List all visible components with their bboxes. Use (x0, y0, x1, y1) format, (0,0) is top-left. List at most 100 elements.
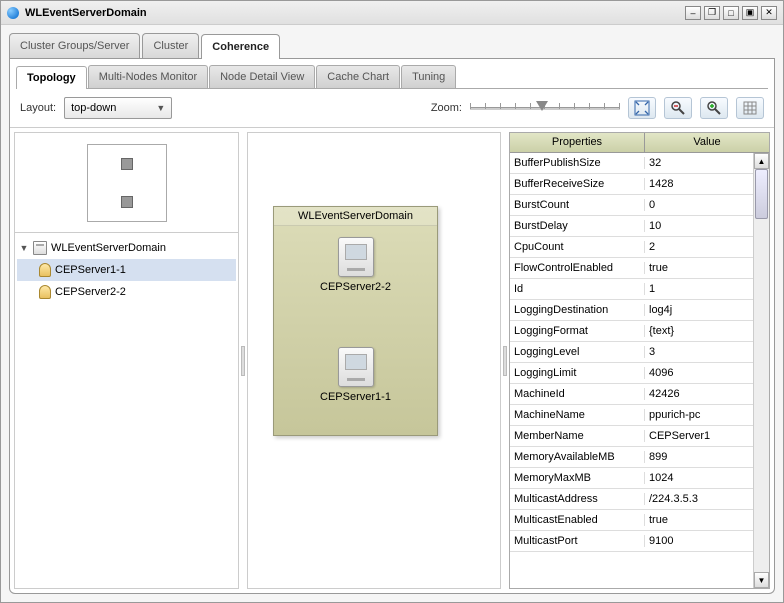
zoom-slider[interactable] (470, 103, 620, 113)
property-row[interactable]: LoggingDestinationlog4j (510, 300, 753, 321)
restore-button[interactable]: ❐ (704, 6, 720, 20)
property-value: CEPServer1 (645, 430, 753, 442)
property-value: 3 (645, 346, 753, 358)
property-value: 42426 (645, 388, 753, 400)
zoom-in-button[interactable] (700, 97, 728, 119)
content-area: Cluster Groups/ServerClusterCoherence To… (1, 25, 783, 602)
property-row[interactable]: BurstCount0 (510, 195, 753, 216)
property-row[interactable]: Id1 (510, 279, 753, 300)
inner-tabs: TopologyMulti-Nodes MonitorNode Detail V… (16, 65, 768, 89)
property-key: MulticastPort (510, 535, 645, 547)
collapse-button[interactable]: ▣ (742, 6, 758, 20)
property-key: MemoryAvailableMB (510, 451, 645, 463)
property-row[interactable]: MemberNameCEPServer1 (510, 426, 753, 447)
property-value: 899 (645, 451, 753, 463)
server-icon (338, 237, 374, 277)
splitter-left[interactable] (239, 132, 247, 589)
inner-tab-multi-nodes-monitor[interactable]: Multi-Nodes Monitor (88, 65, 208, 88)
property-key: CpuCount (510, 241, 645, 253)
minimap-viewport (87, 144, 167, 222)
property-value: 32 (645, 157, 753, 169)
property-key: LoggingFormat (510, 325, 645, 337)
topology-canvas[interactable]: WLEventServerDomain CEPServer2-2 CEPServ… (247, 132, 501, 589)
property-row[interactable]: BufferPublishSize32 (510, 153, 753, 174)
layout-select[interactable]: top-down ▼ (64, 97, 172, 119)
scroll-up-button[interactable]: ▲ (754, 153, 769, 169)
minimap-node (121, 158, 133, 170)
property-row[interactable]: BurstDelay10 (510, 216, 753, 237)
property-key: FlowControlEnabled (510, 262, 645, 274)
inner-tab-tuning[interactable]: Tuning (401, 65, 456, 88)
minimap-node (121, 196, 133, 208)
app-icon (7, 7, 19, 19)
property-row[interactable]: LoggingLevel3 (510, 342, 753, 363)
property-key: MemberName (510, 430, 645, 442)
tree-collapse-icon[interactable]: ▼ (19, 243, 29, 253)
property-row[interactable]: BufferReceiveSize1428 (510, 174, 753, 195)
topology-node[interactable]: CEPServer1-1 (311, 347, 401, 403)
splitter-right[interactable] (501, 132, 509, 589)
property-row[interactable]: MulticastEnabledtrue (510, 510, 753, 531)
domain-box[interactable]: WLEventServerDomain CEPServer2-2 CEPServ… (273, 206, 438, 436)
topology-node[interactable]: CEPServer2-2 (311, 237, 401, 293)
property-key: LoggingLimit (510, 367, 645, 379)
property-key: BufferReceiveSize (510, 178, 645, 190)
property-row[interactable]: MemoryAvailableMB899 (510, 447, 753, 468)
property-key: BufferPublishSize (510, 157, 645, 169)
property-row[interactable]: MachineId42426 (510, 384, 753, 405)
tree-item-label: CEPServer1-1 (55, 264, 126, 276)
property-row[interactable]: MulticastPort9100 (510, 531, 753, 552)
toolbar: Layout: top-down ▼ Zoom: (10, 89, 774, 128)
inner-tab-topology[interactable]: Topology (16, 66, 87, 89)
inner-tab-cache-chart[interactable]: Cache Chart (316, 65, 400, 88)
outer-tab-cluster[interactable]: Cluster (142, 33, 199, 58)
node-label: CEPServer1-1 (311, 391, 401, 403)
outer-tab-coherence[interactable]: Coherence (201, 34, 280, 59)
property-value: 10 (645, 220, 753, 232)
property-row[interactable]: CpuCount2 (510, 237, 753, 258)
property-row[interactable]: MulticastAddress/224.3.5.3 (510, 489, 753, 510)
tree-item[interactable]: CEPServer1-1 (17, 259, 236, 281)
property-key: BurstCount (510, 199, 645, 211)
maximize-button[interactable]: □ (723, 6, 739, 20)
inner-tab-node-detail-view[interactable]: Node Detail View (209, 65, 315, 88)
tree-item[interactable]: CEPServer2-2 (17, 281, 236, 303)
tree-root[interactable]: ▼ WLEventServerDomain (17, 237, 236, 259)
fit-button[interactable] (628, 97, 656, 119)
window-controls: – ❐ □ ▣ ✕ (685, 6, 777, 20)
properties-header: Properties Value (510, 133, 769, 153)
property-row[interactable]: MachineNameppurich-pc (510, 405, 753, 426)
scroll-thumb[interactable] (755, 169, 768, 219)
minimize-button[interactable]: – (685, 6, 701, 20)
server-node-icon (39, 263, 51, 277)
property-value: log4j (645, 304, 753, 316)
property-row[interactable]: FlowControlEnabledtrue (510, 258, 753, 279)
property-row[interactable]: LoggingLimit4096 (510, 363, 753, 384)
side-panel: ▼ WLEventServerDomain CEPServer1-1 CEPSer… (14, 132, 239, 589)
scrollbar[interactable]: ▲ ▼ (753, 153, 769, 588)
property-value: 9100 (645, 535, 753, 547)
close-button[interactable]: ✕ (761, 6, 777, 20)
outer-tab-cluster-groups-server[interactable]: Cluster Groups/Server (9, 33, 140, 58)
property-row[interactable]: LoggingFormat{text} (510, 321, 753, 342)
properties-body: BufferPublishSize32BufferReceiveSize1428… (510, 153, 769, 588)
grid-button[interactable] (736, 97, 764, 119)
main-area: ▼ WLEventServerDomain CEPServer1-1 CEPSer… (10, 128, 774, 593)
chevron-down-icon: ▼ (156, 103, 165, 113)
property-key: BurstDelay (510, 220, 645, 232)
zoom-out-button[interactable] (664, 97, 692, 119)
zoom-thumb[interactable] (536, 101, 548, 111)
domain-icon (33, 241, 47, 255)
scroll-down-button[interactable]: ▼ (754, 572, 769, 588)
property-key: Id (510, 283, 645, 295)
property-key: LoggingDestination (510, 304, 645, 316)
property-value: 4096 (645, 367, 753, 379)
property-key: MachineName (510, 409, 645, 421)
property-key: MachineId (510, 388, 645, 400)
minimap[interactable] (15, 133, 238, 233)
property-row[interactable]: MemoryMaxMB1024 (510, 468, 753, 489)
outer-tabs: Cluster Groups/ServerClusterCoherence (9, 33, 775, 59)
inner-panel: TopologyMulti-Nodes MonitorNode Detail V… (9, 59, 775, 594)
property-value: ppurich-pc (645, 409, 753, 421)
property-key: MulticastAddress (510, 493, 645, 505)
